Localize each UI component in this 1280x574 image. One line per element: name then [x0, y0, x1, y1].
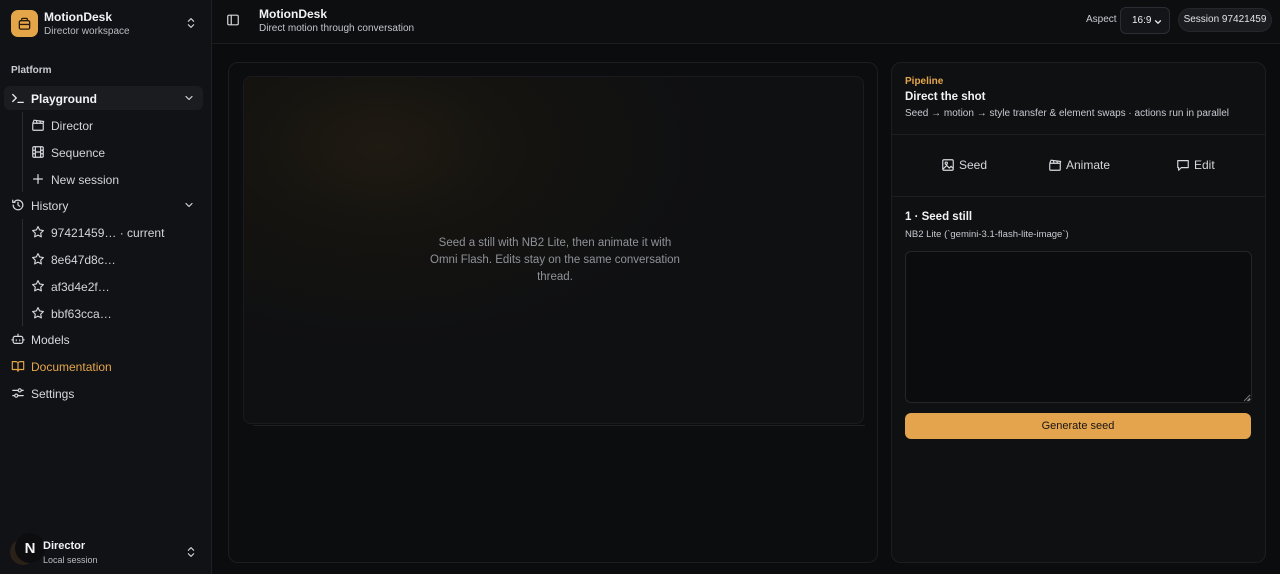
history-item[interactable]: 97421459… · current — [26, 220, 203, 244]
sidebar-item-models[interactable]: Models — [4, 327, 203, 351]
plus-icon — [31, 172, 45, 186]
clapperboard-icon — [31, 118, 45, 132]
star-icon — [31, 252, 45, 266]
pipeline-title: Direct the shot — [905, 91, 986, 103]
sidebar-item-sequence[interactable]: Sequence — [26, 140, 203, 164]
user-name: Director — [43, 540, 86, 552]
workspace-logo-icon — [11, 10, 38, 37]
generate-seed-button[interactable]: Generate seed — [905, 413, 1251, 439]
history-item-label: bbf63cca… — [51, 307, 112, 321]
sidebar: MotionDesk Director workspace Platform P… — [0, 0, 212, 574]
aspect-label: Aspect — [1086, 14, 1117, 25]
history-item-label: 8e647d8c… — [51, 253, 116, 267]
terminal-icon — [11, 91, 25, 105]
history-icon — [11, 198, 25, 212]
star-icon — [31, 279, 45, 293]
step-title: 1 · Seed still — [905, 211, 973, 223]
sidebar-item-label: New session — [51, 173, 120, 187]
user-menu[interactable]: N Director Local session — [6, 533, 206, 570]
sidebar-item-new-session[interactable]: New session — [26, 167, 203, 191]
chevrons-up-down-icon — [184, 545, 198, 559]
sidebar-section-label: Platform — [11, 65, 52, 76]
avatar-badge: N — [15, 533, 45, 563]
chevron-down-icon — [183, 92, 195, 104]
tab-label: Edit — [1194, 158, 1215, 172]
history-item[interactable]: af3d4e2f… — [26, 274, 203, 298]
sidebar-item-label: Documentation — [31, 360, 112, 374]
star-icon — [31, 225, 45, 239]
sidebar-item-director[interactable]: Director — [26, 113, 203, 137]
tree-guide — [22, 112, 23, 192]
film-icon — [31, 145, 45, 159]
book-open-icon — [11, 359, 25, 373]
history-item-label: 97421459… · current — [51, 226, 165, 240]
divider — [892, 134, 1265, 135]
empty-state-hint: Seed a still with NB2 Lite, then animate… — [430, 237, 680, 283]
stage-divider — [253, 425, 865, 426]
aspect-value: 16:9 — [1132, 15, 1152, 26]
workspace-switcher[interactable]: MotionDesk Director workspace — [6, 6, 206, 42]
sidebar-item-history[interactable]: History — [4, 193, 203, 217]
workspace-name: MotionDesk — [44, 10, 113, 24]
star-icon — [31, 306, 45, 320]
page-title: MotionDesk — [259, 7, 328, 21]
step-model: NB2 Lite (`gemini-3.1-flash-lite-image`) — [905, 229, 1069, 240]
sidebar-item-label: Director — [51, 119, 94, 133]
bot-icon — [11, 332, 25, 346]
chevron-down-icon — [1153, 17, 1163, 27]
sidebar-toggle-icon[interactable] — [226, 13, 242, 29]
session-badge: Session 97421459 — [1178, 8, 1272, 32]
sidebar-item-label: Models — [31, 333, 70, 347]
chevron-down-icon — [183, 199, 195, 211]
history-item[interactable]: bbf63cca… — [26, 301, 203, 325]
divider — [892, 196, 1265, 197]
page-subtitle: Direct motion through conversation — [259, 23, 415, 34]
top-header: MotionDesk Direct motion through convers… — [212, 0, 1280, 44]
message-square-icon — [1176, 158, 1190, 172]
pipeline-eyebrow: Pipeline — [905, 76, 944, 87]
history-item-label: af3d4e2f… — [51, 280, 110, 294]
sidebar-item-label: Settings — [31, 387, 75, 401]
chevrons-up-down-icon — [184, 16, 198, 30]
sidebar-item-playground[interactable]: Playground — [4, 86, 203, 110]
workspace-subtitle: Director workspace — [44, 26, 130, 37]
tab-label: Animate — [1066, 158, 1111, 172]
sidebar-item-label: History — [31, 199, 69, 213]
pipeline-panel: Pipeline Direct the shot Seed → motion →… — [891, 62, 1266, 563]
preview-stage: Seed a still with NB2 Lite, then animate… — [243, 76, 864, 424]
sidebar-item-label: Sequence — [51, 146, 106, 160]
canvas-panel: Seed a still with NB2 Lite, then animate… — [228, 62, 878, 563]
resize-grip-icon[interactable] — [1243, 394, 1251, 402]
sidebar-item-settings[interactable]: Settings — [4, 381, 203, 405]
image-icon — [941, 158, 955, 172]
app-root: MotionDesk Director workspace Platform P… — [0, 0, 1280, 574]
seed-prompt-input[interactable] — [905, 251, 1252, 403]
user-subtitle: Local session — [43, 555, 98, 565]
aspect-select[interactable]: 16:9 — [1120, 7, 1170, 34]
tree-guide — [22, 219, 23, 326]
tab-label: Seed — [959, 158, 988, 172]
history-item[interactable]: 8e647d8c… — [26, 247, 203, 271]
settings-sliders-icon — [11, 386, 25, 400]
sidebar-item-label: Playground — [31, 92, 98, 106]
pipeline-description: Seed → motion → style transfer & element… — [905, 108, 1230, 119]
sidebar-item-documentation[interactable]: Documentation — [4, 354, 203, 378]
clapperboard-icon — [1048, 158, 1062, 172]
